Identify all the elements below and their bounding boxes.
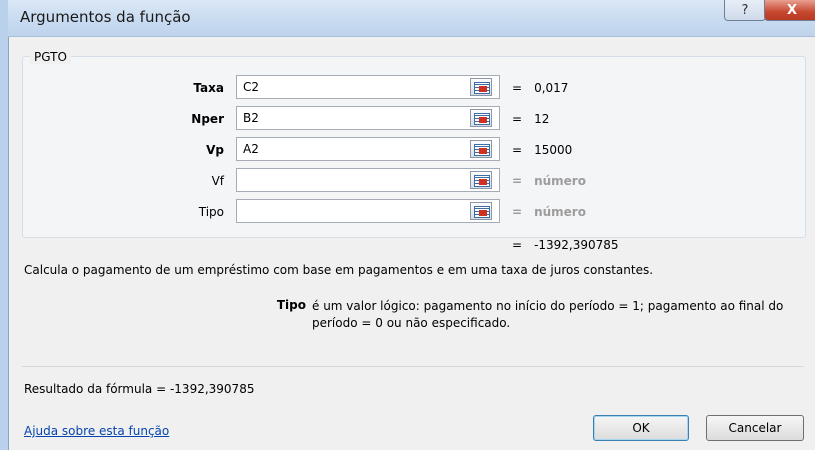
arg-label-nper: Nper	[191, 112, 224, 126]
arg-label-vp: Vp	[206, 143, 224, 157]
collapse-dialog-icon[interactable]	[470, 140, 492, 158]
divider	[22, 366, 804, 367]
collapse-dialog-icon[interactable]	[470, 171, 492, 189]
function-result: = -1392,390785	[512, 238, 619, 252]
collapse-dialog-icon[interactable]	[470, 109, 492, 127]
window-title: Argumentos da função	[20, 8, 191, 26]
argument-help-text: é um valor lógico: pagamento no início d…	[312, 299, 784, 330]
arg-result-taxa: = 0,017	[512, 81, 569, 95]
collapse-dialog-icon[interactable]	[470, 78, 492, 96]
arg-input-tipo[interactable]	[236, 199, 500, 223]
arg-input-vp[interactable]: A2	[236, 137, 500, 161]
help-link[interactable]: Ajuda sobre esta função	[24, 424, 169, 438]
ok-button[interactable]: OK	[593, 415, 689, 441]
arg-label-vf: Vf	[211, 174, 224, 188]
help-icon[interactable]: ?	[724, 0, 766, 21]
cancel-button[interactable]: Cancelar	[706, 415, 804, 441]
title-bar[interactable]: Argumentos da função ? X	[8, 0, 815, 37]
arg-result-vp: = 15000	[512, 143, 573, 157]
formula-result: Resultado da fórmula = -1392,390785	[24, 382, 255, 396]
arg-input-taxa[interactable]: C2	[236, 75, 500, 99]
function-description: Calcula o pagamento de um empréstimo com…	[24, 263, 654, 277]
function-name: PGTO	[30, 50, 71, 64]
arg-result-tipo: = número	[512, 205, 586, 219]
collapse-dialog-icon[interactable]	[470, 202, 492, 220]
arg-result-vf: = número	[512, 174, 586, 188]
argument-help-name: Tipo	[276, 298, 306, 312]
arg-input-nper[interactable]: B2	[236, 106, 500, 130]
window-frame-left	[0, 0, 9, 450]
arg-input-vf[interactable]	[236, 168, 500, 192]
arg-label-tipo: Tipo	[198, 205, 224, 219]
arg-result-nper: = 12	[512, 112, 550, 126]
arg-label-taxa: Taxa	[193, 81, 224, 95]
close-icon[interactable]: X	[764, 0, 815, 21]
